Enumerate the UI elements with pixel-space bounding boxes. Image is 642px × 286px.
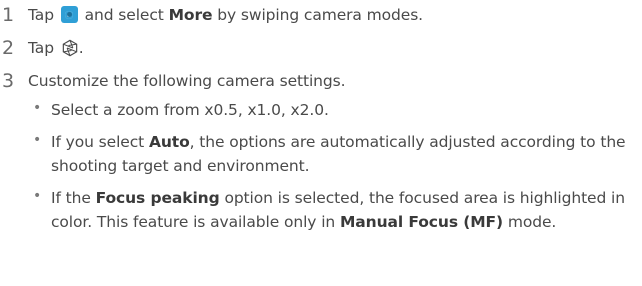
step-number: 3 xyxy=(2,70,15,92)
step-suffix: . xyxy=(78,39,84,57)
bullet-post: mode. xyxy=(507,213,557,231)
bullet-item: • If you select Auto, the options are au… xyxy=(33,130,633,178)
bullet-bold-manual-focus: Manual Focus (MF) xyxy=(339,213,504,231)
step-1: 1 Tap and select More by swiping camera … xyxy=(0,2,423,28)
step-number: 2 xyxy=(2,37,15,59)
bullet-item: • Select a zoom from x0.5, x1.0, x2.0. xyxy=(33,98,633,122)
bullet-text: If the Focus peaking option is selected,… xyxy=(51,186,633,234)
step-middle: and select xyxy=(84,6,164,24)
bullet-text: If you select Auto, the options are auto… xyxy=(51,130,633,178)
bullet-marker: • xyxy=(33,132,42,148)
step-text: Tap . xyxy=(28,39,84,57)
step-text: Tap and select More by swiping camera mo… xyxy=(28,6,423,24)
bullet-marker: • xyxy=(33,188,42,204)
step-prefix: Tap xyxy=(28,39,54,57)
bullet-item: • If the Focus peaking option is selecte… xyxy=(33,186,633,234)
step-prefix: Tap xyxy=(28,6,54,24)
bullet-bold-focus-peaking: Focus peaking xyxy=(95,189,220,207)
bullet-marker: • xyxy=(33,100,42,116)
step-text: Customize the following camera settings. xyxy=(28,72,346,90)
manual-page: 1 Tap and select More by swiping camera … xyxy=(0,0,642,286)
camera-app-icon xyxy=(60,6,78,23)
step-number: 1 xyxy=(2,4,15,26)
step-2: 2 Tap . xyxy=(0,35,84,61)
step-suffix: by swiping camera modes. xyxy=(217,6,424,24)
bullet-bold-auto: Auto xyxy=(148,133,190,151)
step-bold-more: More xyxy=(168,6,213,24)
aperture-settings-icon xyxy=(62,39,78,57)
bullet-pre: If you select xyxy=(51,133,145,151)
bullet-text: Select a zoom from x0.5, x1.0, x2.0. xyxy=(51,101,329,119)
bullet-pre: If the xyxy=(51,189,91,207)
step-3: 3 Customize the following camera setting… xyxy=(0,68,346,94)
